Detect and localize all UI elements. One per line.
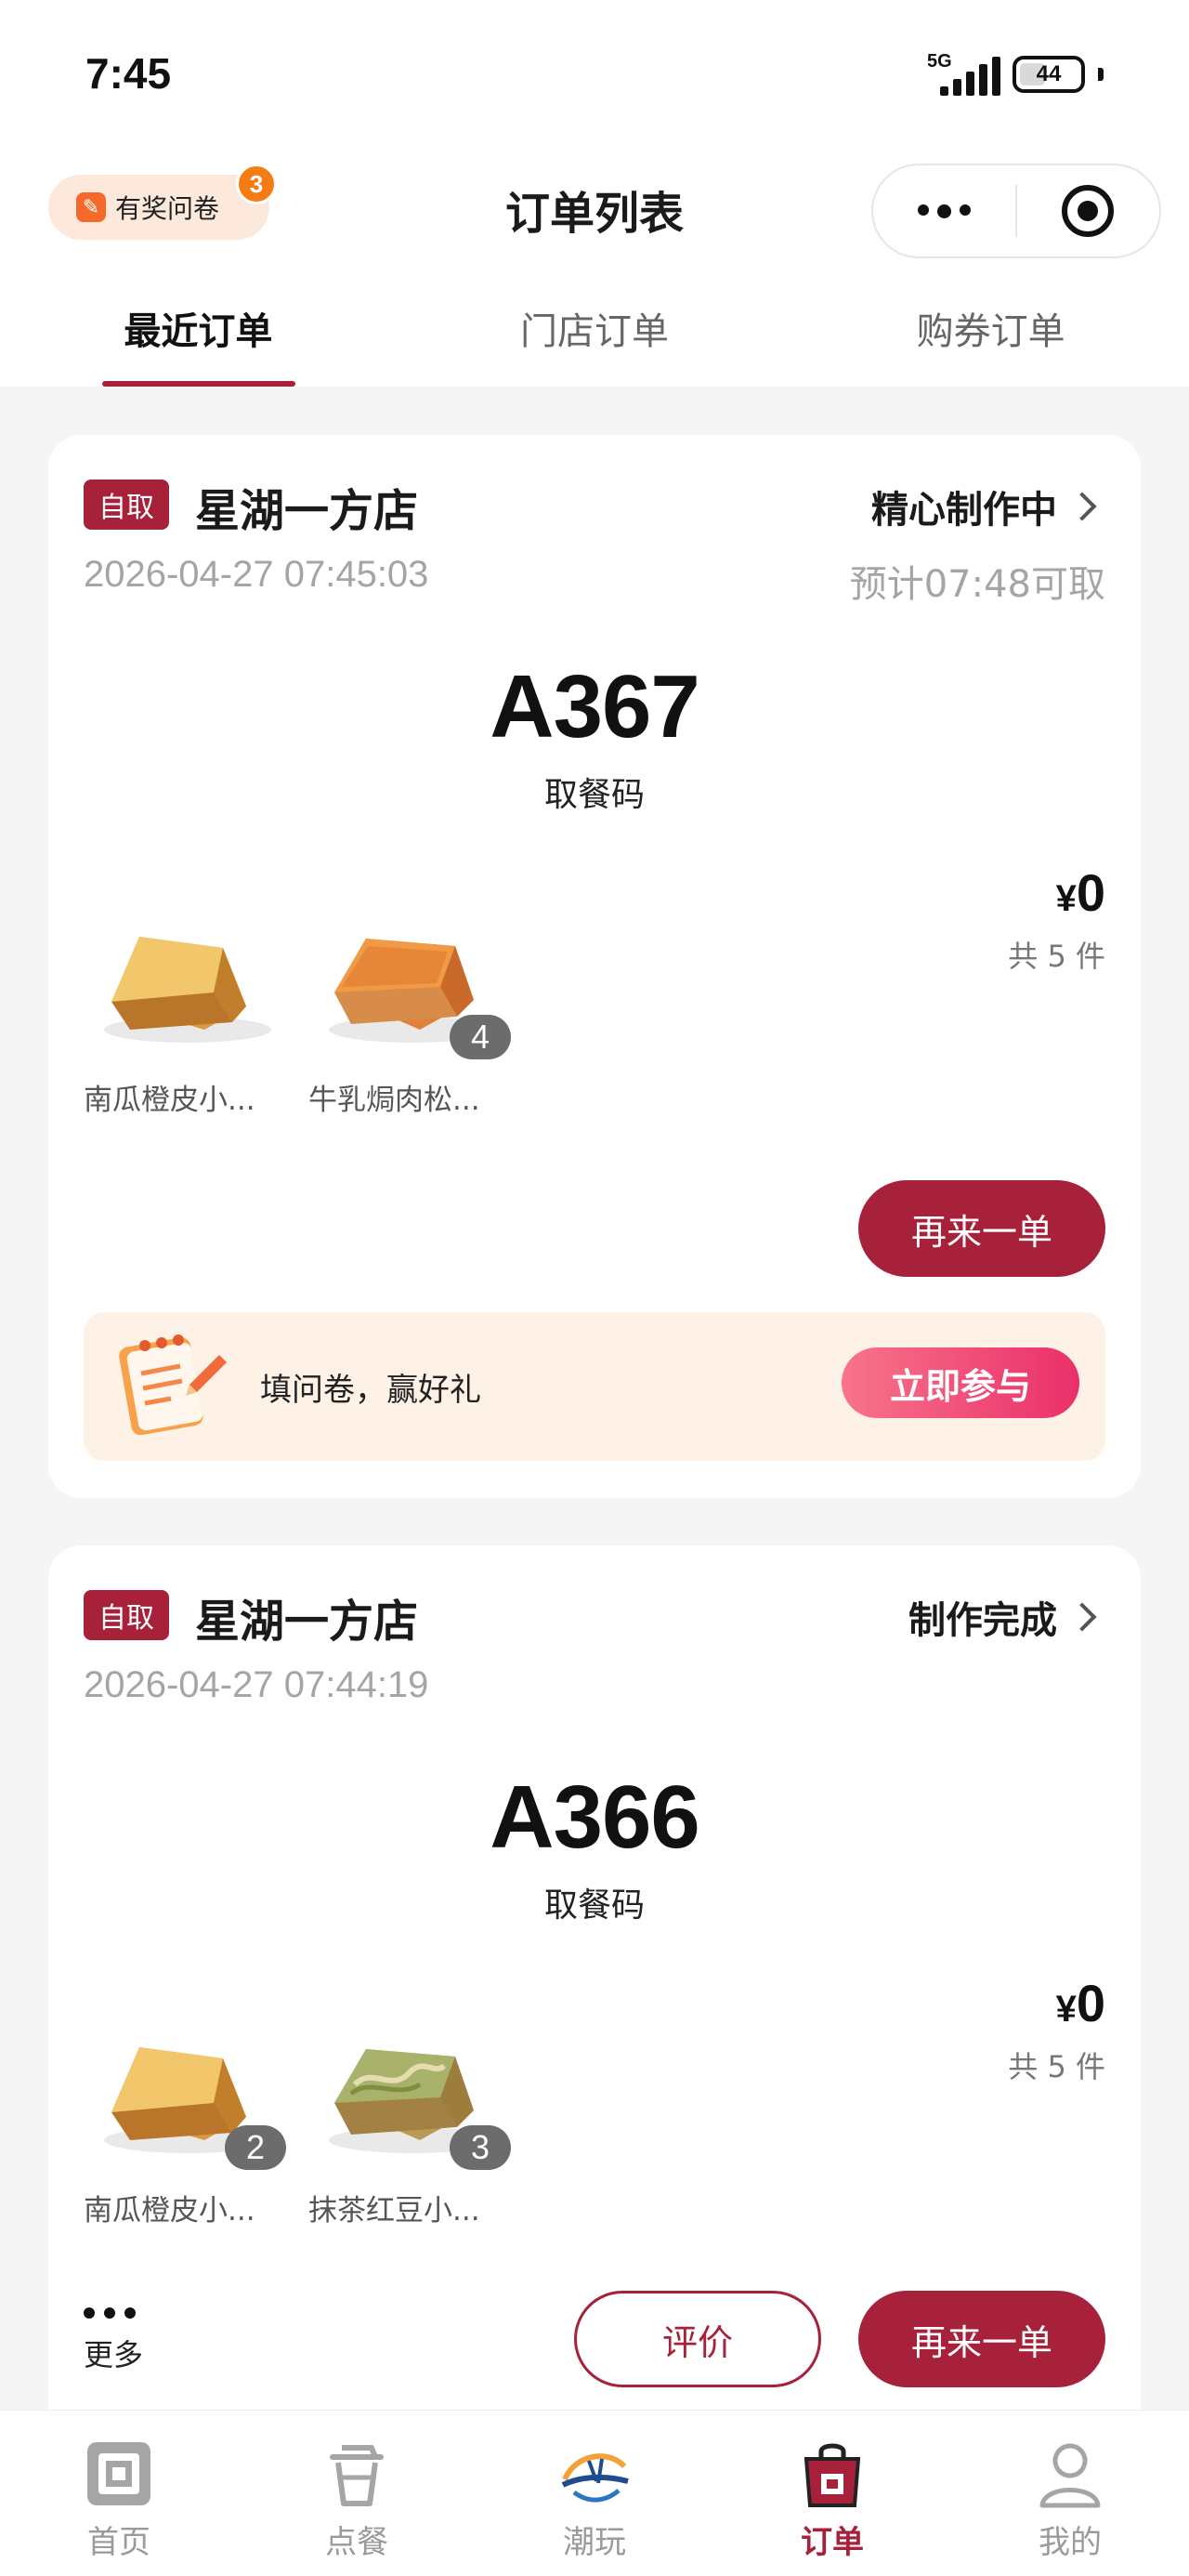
order-item[interactable]: 4 牛乳焗肉松...	[308, 890, 513, 1118]
price-amount: 0	[1076, 1974, 1105, 2032]
tabbar-label: 点餐	[325, 2524, 388, 2561]
tabbar-label: 潮玩	[563, 2524, 626, 2561]
order-status: 精心制作中	[871, 489, 1057, 532]
tab-recent-orders[interactable]: 最近订单	[0, 297, 397, 387]
item-quantity-badge: 4	[450, 1015, 511, 1059]
profile-icon	[1033, 2437, 1107, 2511]
target-close-icon[interactable]	[1017, 185, 1159, 237]
status-icons: 5G 44	[927, 48, 1104, 100]
tabbar-item-trendy[interactable]: 潮玩	[476, 2411, 713, 2576]
item-name: 南瓜橙皮小...	[84, 1084, 255, 1117]
tab-active-indicator	[102, 381, 295, 387]
tabbar-item-home[interactable]: 首页	[0, 2411, 238, 2576]
order-status: 制作完成	[908, 1599, 1057, 1642]
store-name: 星湖一方店	[195, 1596, 419, 1648]
order-card[interactable]: 自取 星湖一方店 精心制作中 2026-04-27 07:45:03 预计07:…	[48, 435, 1141, 1498]
order-tabs: 最近订单 门店订单 购券订单	[0, 297, 1189, 387]
cup-icon	[320, 2437, 394, 2511]
survey-promo-banner[interactable]: 填问卷，赢好礼 立即参与	[84, 1312, 1105, 1461]
pickup-code: A366	[490, 1768, 700, 1867]
more-label: 更多	[84, 2337, 144, 2372]
pickup-tag: 自取	[84, 480, 169, 530]
item-name: 牛乳焗肉松...	[308, 1084, 480, 1117]
tabbar-item-profile[interactable]: 我的	[951, 2411, 1189, 2576]
order-price: ¥0	[1056, 862, 1105, 923]
item-name: 抹茶红豆小...	[308, 2194, 480, 2228]
bottom-tab-bar: 首页 点餐 潮玩 订单 我的	[0, 2410, 1189, 2576]
status-time: 7:45	[85, 49, 172, 98]
survey-notepad-icon	[119, 1334, 227, 1436]
item-count: 共 5 件	[1008, 2049, 1105, 2084]
tab-voucher-orders[interactable]: 购券订单	[792, 297, 1189, 387]
home-icon	[82, 2437, 156, 2511]
review-button[interactable]: 评价	[574, 2291, 821, 2387]
order-time: 2026-04-27 07:44:19	[84, 1664, 429, 1705]
pickup-tag: 自取	[84, 1590, 169, 1640]
more-actions-link[interactable]: 更多	[84, 2307, 143, 2374]
tab-label: 门店订单	[520, 310, 669, 353]
currency-symbol: ¥	[1055, 878, 1077, 919]
reorder-button[interactable]: 再来一单	[858, 2291, 1105, 2387]
mini-program-capsule	[871, 164, 1161, 258]
item-quantity-badge: 2	[225, 2125, 286, 2170]
order-time: 2026-04-27 07:45:03	[84, 554, 429, 595]
order-item[interactable]: 南瓜橙皮小...	[84, 890, 288, 1118]
promo-text: 填问卷，赢好礼	[260, 1372, 481, 1409]
tabbar-label: 我的	[1039, 2524, 1102, 2561]
pumpkin-toast-image: 2	[84, 2001, 288, 2177]
cellular-signal-icon: 5G	[927, 51, 1000, 98]
pumpkin-toast-image	[84, 890, 288, 1067]
item-count: 共 5 件	[1008, 939, 1105, 974]
order-status-link[interactable]: 精心制作中	[871, 480, 1097, 533]
more-dots-icon[interactable]	[873, 204, 1015, 218]
battery-icon: 44	[1013, 56, 1085, 93]
pickup-code: A367	[490, 657, 700, 756]
tab-store-orders[interactable]: 门店订单	[397, 297, 793, 387]
tab-label: 最近订单	[124, 310, 273, 353]
order-bag-icon	[795, 2437, 869, 2511]
tabbar-item-order-food[interactable]: 点餐	[238, 2411, 476, 2576]
item-quantity-badge: 3	[450, 2125, 511, 2170]
order-price: ¥0	[1056, 1973, 1105, 2033]
pickup-code-label: 取餐码	[543, 1886, 645, 1925]
chevron-right-icon	[1067, 492, 1097, 521]
chevron-right-icon	[1067, 1602, 1097, 1632]
brand-logo-icon	[557, 2437, 632, 2511]
item-name: 南瓜橙皮小...	[84, 2194, 255, 2228]
pork-floss-toast-image: 4	[308, 890, 513, 1067]
more-dots-icon	[84, 2307, 143, 2319]
tab-label: 购券订单	[916, 310, 1065, 353]
join-survey-button[interactable]: 立即参与	[842, 1347, 1079, 1418]
reorder-button[interactable]: 再来一单	[858, 1180, 1105, 1277]
order-status-link[interactable]: 制作完成	[908, 1590, 1097, 1644]
battery-level: 44	[1036, 61, 1062, 86]
header: 7:45 5G 44 ✎ 有奖问卷 3 订单列表 最近订单 门店订单 购券订单	[0, 0, 1189, 387]
network-type: 5G	[927, 51, 952, 72]
pickup-eta: 预计07:48可取	[849, 563, 1105, 606]
price-amount: 0	[1076, 863, 1105, 922]
order-item[interactable]: 3 抹茶红豆小...	[308, 2001, 513, 2228]
tabbar-label: 订单	[801, 2524, 864, 2561]
order-item[interactable]: 2 南瓜橙皮小...	[84, 2001, 288, 2228]
battery-tip	[1098, 68, 1104, 81]
matcha-toast-image: 3	[308, 2001, 513, 2177]
currency-symbol: ¥	[1055, 1989, 1077, 2030]
tabbar-label: 首页	[87, 2524, 150, 2561]
store-name: 星湖一方店	[195, 485, 419, 537]
pickup-code-label: 取餐码	[543, 776, 645, 814]
tabbar-item-orders[interactable]: 订单	[713, 2411, 951, 2576]
